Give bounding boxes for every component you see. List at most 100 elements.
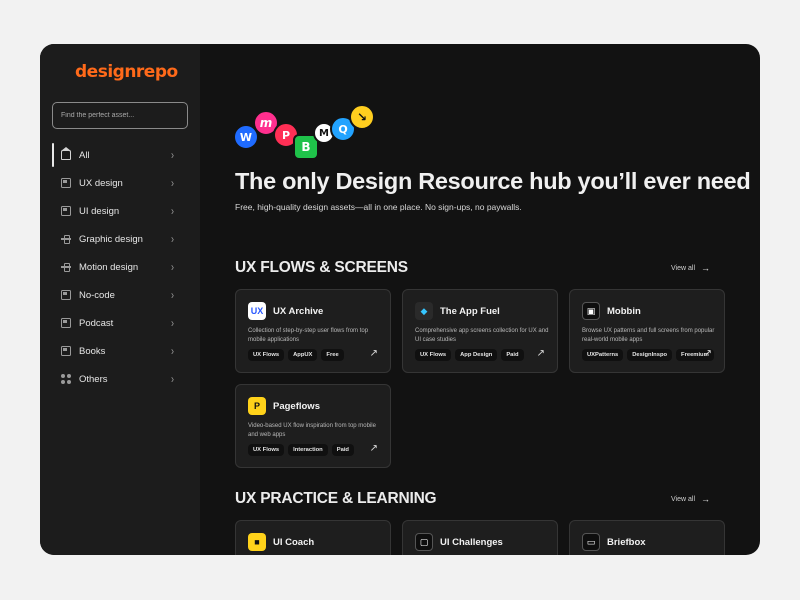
chevron-right-icon: › [171, 344, 174, 358]
card-description: Video-based UX flow inspiration from top… [248, 423, 376, 438]
external-link-icon[interactable]: ↗ [704, 348, 712, 359]
hero-logo-cluster: W m P B M Q ↘ [233, 104, 378, 164]
card-header: UX UX Archive [248, 302, 323, 320]
ux-design-icon [61, 178, 71, 188]
card-header: ◆ The App Fuel [415, 302, 500, 320]
tag: UX Flows [415, 349, 452, 361]
arrow-right-icon: → [701, 263, 710, 273]
sidebar-item-label: All [79, 149, 90, 161]
resource-card-ui-challenges[interactable]: ▢ UI Challenges [402, 520, 558, 555]
resource-card-ux-archive[interactable]: UX UX Archive Collection of step-by-step… [235, 289, 391, 373]
sidebar-item-podcast[interactable]: Podcast › [52, 309, 188, 337]
arrow-logo-icon: ↘ [349, 104, 375, 130]
sidebar-item-graphic-design[interactable]: Graphic design › [52, 225, 188, 253]
others-icon [61, 374, 71, 384]
app-window: designrepo All › UX design › UI design ›… [40, 44, 760, 555]
arrow-right-icon: → [701, 494, 710, 504]
chevron-right-icon: › [171, 260, 174, 274]
sidebar-item-others[interactable]: Others › [52, 365, 188, 393]
page-title: The only Design Resource hub you’ll ever… [235, 168, 751, 194]
view-all-link[interactable]: View all → [671, 263, 710, 273]
sidebar-item-label: No-code [79, 289, 115, 301]
sidebar: designrepo All › UX design › UI design ›… [40, 44, 200, 555]
card-tags: UX Flows Interaction Paid [248, 444, 354, 456]
card-tags: UXPatterns DesignInspo Freemium [582, 349, 714, 361]
view-all-link[interactable]: View all → [671, 494, 710, 504]
tag: AppUX [288, 349, 318, 361]
no-code-icon [61, 290, 71, 300]
sidebar-item-label: Graphic design [79, 233, 143, 245]
resource-card-ui-coach[interactable]: ■ UI Coach [235, 520, 391, 555]
card-description: Collection of step-by-step user flows fr… [248, 328, 369, 343]
sidebar-item-label: UI design [79, 205, 120, 217]
card-header: P Pageflows [248, 397, 320, 415]
ui-coach-logo-icon: ■ [248, 533, 266, 551]
sidebar-item-motion-design[interactable]: Motion design › [52, 253, 188, 281]
card-title: Mobbin [607, 305, 641, 317]
brand-logo[interactable]: designrepo [75, 62, 178, 82]
podcast-icon [61, 318, 71, 328]
card-tags: UX Flows AppUX Free [248, 349, 344, 361]
search-input[interactable] [52, 102, 188, 129]
sidebar-item-ui-design[interactable]: UI design › [52, 197, 188, 225]
card-description: Browse UX patterns and full screens from… [582, 328, 715, 343]
sidebar-item-no-code[interactable]: No-code › [52, 281, 188, 309]
external-link-icon[interactable]: ↗ [537, 348, 545, 359]
card-title: Briefbox [607, 536, 646, 548]
page-subtitle: Free, high-quality design assets—all in … [235, 202, 522, 212]
graphic-design-icon [61, 234, 71, 244]
tag: UX Flows [248, 349, 285, 361]
pageflows-logo-icon: P [248, 397, 266, 415]
resource-card-briefbox[interactable]: ▭ Briefbox [569, 520, 725, 555]
tag: Paid [501, 349, 524, 361]
main-content: W m P B M Q ↘ The only Design Resource h… [200, 44, 760, 555]
card-tags: UX Flows App Design Paid [415, 349, 524, 361]
app-fuel-logo-icon: ◆ [415, 302, 433, 320]
chevron-right-icon: › [171, 148, 174, 162]
chevron-right-icon: › [171, 176, 174, 190]
tag: Interaction [288, 444, 328, 456]
resource-card-pageflows[interactable]: P Pageflows Video-based UX flow inspirat… [235, 384, 391, 468]
sidebar-item-books[interactable]: Books › [52, 337, 188, 365]
view-all-label: View all [671, 264, 695, 272]
card-title: UX Archive [273, 305, 324, 317]
tag: Paid [331, 444, 354, 456]
mobbin-logo-icon: ▣ [582, 302, 600, 320]
external-link-icon[interactable]: ↗ [370, 348, 378, 359]
chevron-right-icon: › [171, 316, 174, 330]
section-title-ux-flows: UX FLOWS & SCREENS [235, 259, 408, 276]
tag: UXPatterns [582, 349, 624, 361]
section-title-ux-practice: UX PRACTICE & LEARNING [235, 490, 437, 507]
briefbox-logo-icon: ▭ [582, 533, 600, 551]
card-description: Comprehensive app screens collection for… [415, 328, 549, 343]
card-header: ▭ Briefbox [582, 533, 646, 551]
view-all-label: View all [671, 495, 695, 503]
ui-design-icon [61, 206, 71, 216]
sidebar-item-label: UX design [79, 177, 123, 189]
tag: UX Flows [248, 444, 285, 456]
tag: DesignInspo [627, 349, 673, 361]
card-header: ▢ UI Challenges [415, 533, 503, 551]
sidebar-item-label: Others [79, 373, 108, 385]
card-title: The App Fuel [440, 305, 500, 317]
tag: App Design [455, 349, 498, 361]
card-title: UI Coach [273, 536, 315, 548]
card-header: ■ UI Coach [248, 533, 314, 551]
tag: Free [321, 349, 344, 361]
home-icon [61, 147, 71, 160]
ui-challenges-logo-icon: ▢ [415, 533, 433, 551]
chevron-right-icon: › [171, 372, 174, 386]
books-icon [61, 346, 71, 356]
sidebar-item-all[interactable]: All › [52, 141, 188, 169]
sidebar-item-label: Books [79, 345, 106, 357]
resource-card-the-app-fuel[interactable]: ◆ The App Fuel Comprehensive app screens… [402, 289, 558, 373]
chevron-right-icon: › [171, 232, 174, 246]
card-title: UI Challenges [440, 536, 503, 548]
chevron-right-icon: › [171, 288, 174, 302]
sidebar-item-ux-design[interactable]: UX design › [52, 169, 188, 197]
sidebar-item-label: Podcast [79, 317, 114, 329]
resource-card-mobbin[interactable]: ▣ Mobbin Browse UX patterns and full scr… [569, 289, 725, 373]
ux-archive-logo-icon: UX [248, 302, 266, 320]
external-link-icon[interactable]: ↗ [370, 443, 378, 454]
card-header: ▣ Mobbin [582, 302, 641, 320]
